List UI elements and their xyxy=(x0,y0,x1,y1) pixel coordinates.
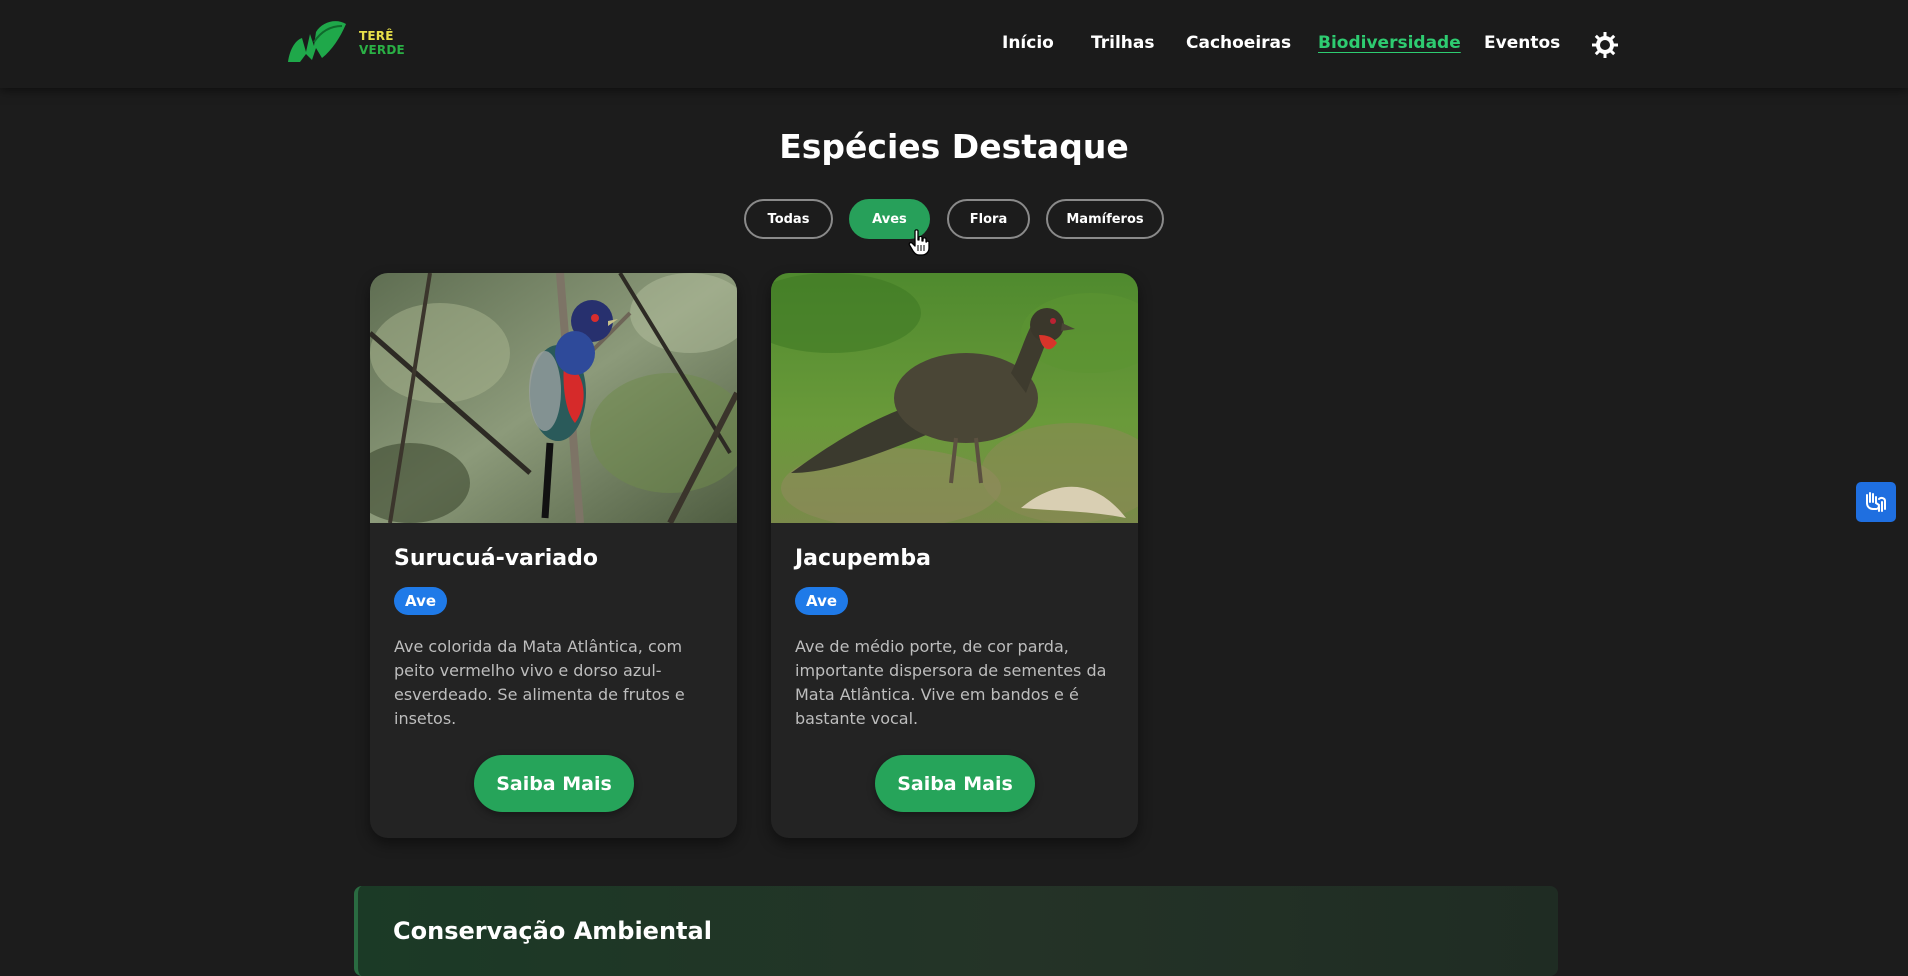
card-description: Ave de médio porte, de cor parda, import… xyxy=(795,637,1107,728)
filter-todas[interactable]: Todas xyxy=(744,199,833,239)
logo-wordmark: TERÊ VERDE xyxy=(359,29,405,57)
nav-inicio[interactable]: Início xyxy=(1002,33,1054,53)
nav-biodiversidade[interactable]: Biodiversidade xyxy=(1318,33,1461,53)
site-logo[interactable]: TERÊ VERDE xyxy=(286,18,416,68)
sign-language-hands-icon xyxy=(1866,492,1886,512)
nav-cachoeiras[interactable]: Cachoeiras xyxy=(1186,33,1291,53)
nav-eventos[interactable]: Eventos xyxy=(1484,33,1560,53)
section-title: Espécies Destaque xyxy=(779,127,1129,166)
logo-line-2: VERDE xyxy=(359,43,405,57)
conservation-panel: Conservação Ambiental xyxy=(354,886,1558,976)
species-photo-guan xyxy=(771,273,1138,523)
accessibility-button[interactable] xyxy=(1856,482,1896,522)
site-header: TERÊ VERDE Início Trilhas Cachoeiras Bio… xyxy=(0,0,1908,88)
theme-toggle-button[interactable] xyxy=(1592,32,1618,58)
species-card: Surucuá-variado Ave Ave colorida da Mata… xyxy=(370,273,737,838)
hand-pointer-cursor-icon xyxy=(908,229,930,256)
saiba-mais-button[interactable]: Saiba Mais xyxy=(875,755,1035,812)
conservation-title: Conservação Ambiental xyxy=(393,917,712,945)
mountain-leaf-logo-icon xyxy=(288,21,346,62)
saiba-mais-button[interactable]: Saiba Mais xyxy=(474,755,634,812)
species-photo-trogon xyxy=(370,273,737,523)
filter-flora[interactable]: Flora xyxy=(947,199,1030,239)
card-description: Ave colorida da Mata Atlântica, com peit… xyxy=(394,637,685,728)
sun-icon xyxy=(1592,32,1618,58)
card-title: Jacupemba xyxy=(795,546,931,571)
logo-line-1: TERÊ xyxy=(359,29,394,43)
species-card: Jacupemba Ave Ave de médio porte, de cor… xyxy=(771,273,1138,838)
nav-trilhas[interactable]: Trilhas xyxy=(1091,33,1154,53)
category-badge: Ave xyxy=(795,587,849,615)
category-badge: Ave xyxy=(394,587,448,615)
filter-mamiferos[interactable]: Mamíferos xyxy=(1046,199,1164,239)
card-title: Surucuá-variado xyxy=(394,546,598,571)
